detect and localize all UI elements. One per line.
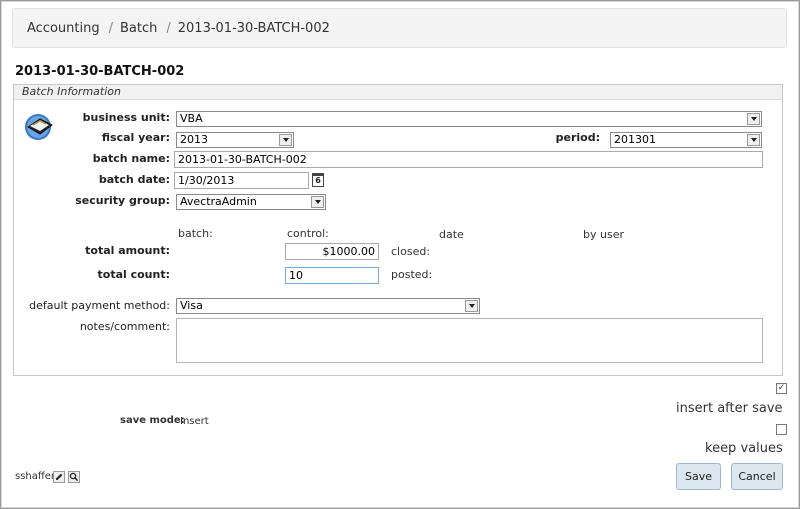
by-user-column-label: by user [583,228,624,241]
save-button[interactable]: Save [676,463,721,490]
save-mode-value: Insert [180,416,209,427]
closed-label: closed: [391,245,431,258]
fiscal-year-select[interactable]: 2013 [176,132,294,148]
batch-name-label: batch name: [92,152,170,165]
default-payment-method-value: Visa [180,299,203,312]
date-column-label: date [439,228,464,241]
default-payment-method-select[interactable]: Visa [176,298,480,314]
security-group-label: security group: [75,194,170,207]
period-label: period: [555,131,600,144]
section-legend: Batch Information [14,85,782,100]
posted-label: posted: [391,268,433,281]
control-column-label: control: [287,227,329,240]
batch-name-input[interactable]: 2013-01-30-BATCH-002 [174,151,763,168]
security-group-select[interactable]: AvectraAdmin [176,194,326,210]
breadcrumb-accounting[interactable]: Accounting [27,21,100,36]
magnifier-icon[interactable] [68,471,80,483]
insert-after-save-label: insert after save [676,401,783,416]
business-unit-select[interactable]: VBA [176,111,762,127]
period-select[interactable]: 201301 [610,132,762,148]
batch-date-input[interactable]: 1/30/2013 [174,172,309,189]
default-payment-method-label: default payment method: [29,299,170,312]
user-name: sshaffer [15,471,56,482]
keep-values-label: keep values [705,441,783,456]
breadcrumb-batch[interactable]: Batch [120,21,157,36]
total-amount-input[interactable]: $1000.00 [285,243,379,260]
notes-comment-textarea[interactable] [176,318,763,363]
dropdown-arrow-icon[interactable] [747,134,760,146]
fiscal-year-value: 2013 [180,133,208,146]
cancel-button[interactable]: Cancel [731,463,783,490]
batch-date-label: batch date: [98,173,170,186]
dropdown-arrow-icon[interactable] [465,300,478,312]
business-unit-label: business unit: [82,111,170,124]
total-count-label: total count: [97,268,171,281]
pencil-icon[interactable] [53,471,65,483]
breadcrumb-current: 2013-01-30-BATCH-002 [177,20,330,36]
security-group-value: AvectraAdmin [180,195,257,208]
batch-column-label: batch: [178,227,213,240]
total-amount-label: total amount: [85,244,170,257]
fiscal-year-label: fiscal year: [101,131,170,144]
period-value: 201301 [614,133,656,146]
business-unit-value: VBA [180,112,203,125]
keep-values-checkbox[interactable] [776,424,787,435]
breadcrumb-separator: / [108,20,113,36]
batch-icon [25,114,53,140]
breadcrumb: Accounting / Batch / 2013-01-30-BATCH-00… [12,8,787,48]
dropdown-arrow-icon[interactable] [279,134,292,146]
total-count-input[interactable]: 10 [285,267,379,284]
page-title: 2013-01-30-BATCH-002 [15,64,185,79]
insert-after-save-checkbox[interactable]: ✓ [776,383,787,394]
breadcrumb-separator: / [166,20,171,36]
notes-comment-label: notes/comment: [79,320,170,333]
dropdown-arrow-icon[interactable] [311,196,324,208]
save-mode-label: save mode: [120,415,185,426]
calendar-icon[interactable]: 6 [312,173,324,187]
dropdown-arrow-icon[interactable] [747,113,760,125]
